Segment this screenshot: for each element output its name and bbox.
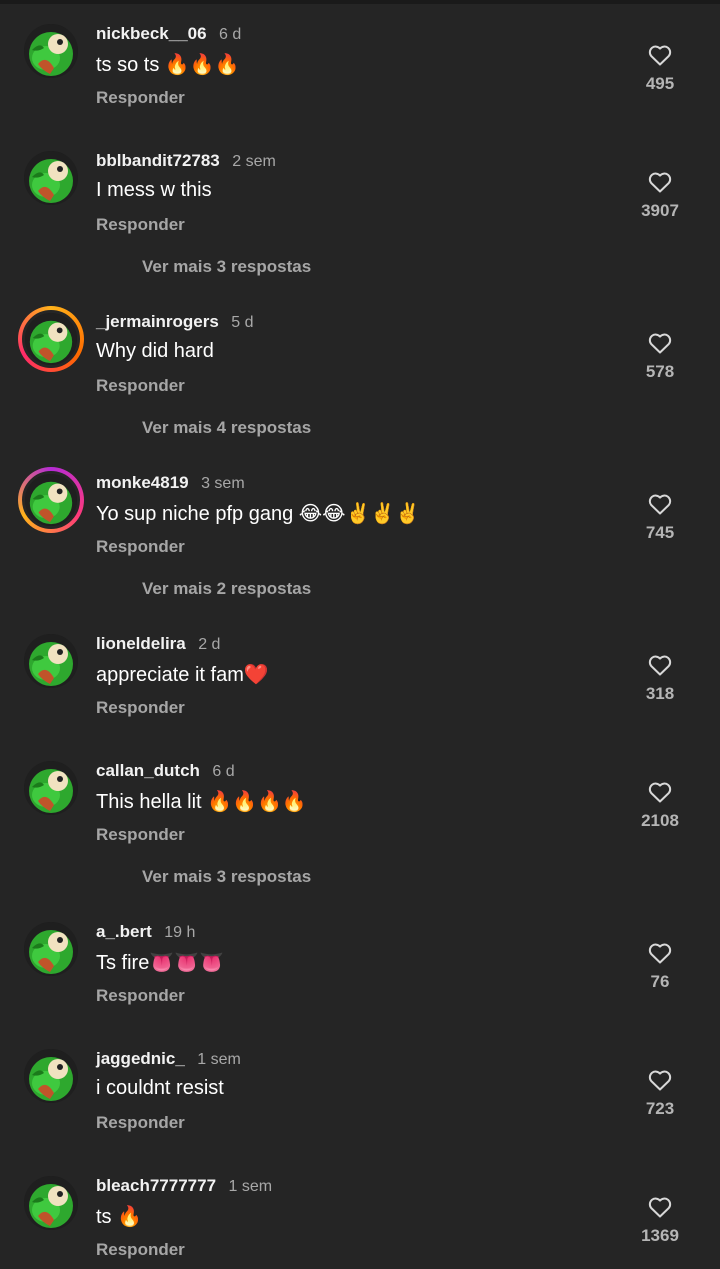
user-avatar[interactable] bbox=[24, 24, 78, 78]
comment-item: _jermainrogers 5 d Why did hard Responde… bbox=[0, 306, 720, 422]
like-count: 578 bbox=[645, 362, 675, 381]
like-control: 3907 bbox=[620, 171, 700, 221]
comment-timestamp: 2 sem bbox=[232, 153, 276, 170]
comment-meta: _jermainrogers 5 d bbox=[96, 312, 254, 334]
like-control: 1369 bbox=[620, 1196, 700, 1246]
like-count: 745 bbox=[645, 523, 675, 542]
like-count: 2108 bbox=[641, 811, 679, 830]
comment-username[interactable]: a_.bert bbox=[96, 922, 152, 941]
comment-item: lioneldelira 2 d appreciate it fam❤️ Res… bbox=[0, 634, 720, 744]
like-control: 318 bbox=[620, 654, 700, 704]
like-count: 318 bbox=[645, 684, 675, 703]
heart-icon[interactable] bbox=[620, 942, 700, 964]
comment-text: Yo sup niche pfp gang 😂😂✌️✌️✌️ bbox=[96, 503, 421, 525]
comment-timestamp: 6 d bbox=[212, 763, 235, 780]
reply-button[interactable]: Responder bbox=[96, 986, 185, 1006]
comment-text: ts so ts 🔥🔥🔥 bbox=[96, 54, 240, 76]
comment-meta: bleach7777777 1 sem bbox=[96, 1176, 272, 1198]
comment-meta: lioneldelira 2 d bbox=[96, 634, 220, 656]
heart-icon[interactable] bbox=[620, 332, 700, 354]
comment-item: bblbandit72783 2 sem I mess w this Respo… bbox=[0, 151, 720, 261]
heart-icon[interactable] bbox=[620, 654, 700, 676]
comment-meta: bblbandit72783 2 sem bbox=[96, 151, 276, 173]
heart-icon[interactable] bbox=[620, 44, 700, 66]
heart-icon[interactable] bbox=[620, 781, 700, 803]
comment-username[interactable]: bblbandit72783 bbox=[96, 151, 220, 170]
comment-item: nickbeck__06 6 d ts so ts 🔥🔥🔥 Responder … bbox=[0, 24, 720, 134]
reply-button[interactable]: Responder bbox=[96, 215, 185, 235]
comment-meta: nickbeck__06 6 d bbox=[96, 24, 241, 46]
like-count: 495 bbox=[645, 74, 675, 93]
comment-text: This hella lit 🔥🔥🔥🔥 bbox=[96, 791, 307, 813]
view-more-replies-button[interactable]: Ver mais 4 respostas bbox=[142, 418, 311, 438]
view-more-replies-button[interactable]: Ver mais 2 respostas bbox=[142, 579, 311, 599]
comment-username[interactable]: bleach7777777 bbox=[96, 1176, 216, 1195]
reply-button[interactable]: Responder bbox=[96, 1113, 185, 1133]
comment-meta: monke4819 3 sem bbox=[96, 473, 245, 495]
comment-item: bleach7777777 1 sem ts 🔥 Responder 1369 bbox=[0, 1176, 720, 1269]
user-avatar-story-ring[interactable] bbox=[18, 467, 84, 533]
user-avatar[interactable] bbox=[24, 922, 78, 976]
comment-text: Ts fire👅👅👅 bbox=[96, 952, 225, 974]
heart-icon[interactable] bbox=[620, 1196, 700, 1218]
heart-icon[interactable] bbox=[620, 493, 700, 515]
comment-timestamp: 6 d bbox=[219, 26, 242, 43]
like-control: 2108 bbox=[620, 781, 700, 831]
comment-timestamp: 5 d bbox=[231, 314, 254, 331]
comment-meta: jaggednic_ 1 sem bbox=[96, 1049, 241, 1071]
comment-item: jaggednic_ 1 sem i couldnt resist Respon… bbox=[0, 1049, 720, 1159]
user-avatar[interactable] bbox=[24, 1176, 78, 1230]
comment-timestamp: 3 sem bbox=[201, 475, 245, 492]
user-avatar[interactable] bbox=[24, 151, 78, 205]
comment-item: a_.bert 19 h Ts fire👅👅👅 Responder 76 bbox=[0, 922, 720, 1032]
view-more-replies-button[interactable]: Ver mais 3 respostas bbox=[142, 257, 311, 277]
reply-button[interactable]: Responder bbox=[96, 1240, 185, 1260]
like-control: 745 bbox=[620, 493, 700, 543]
user-avatar[interactable] bbox=[24, 1049, 78, 1103]
comment-username[interactable]: lioneldelira bbox=[96, 634, 186, 653]
heart-icon[interactable] bbox=[620, 171, 700, 193]
like-count: 76 bbox=[650, 972, 670, 991]
like-count: 1369 bbox=[641, 1226, 679, 1245]
comment-item: monke4819 3 sem Yo sup niche pfp gang 😂😂… bbox=[0, 467, 720, 583]
user-avatar[interactable] bbox=[24, 761, 78, 815]
comment-text: I mess w this bbox=[96, 179, 212, 201]
user-avatar-story-ring[interactable] bbox=[18, 306, 84, 372]
comment-item: callan_dutch 6 d This hella lit 🔥🔥🔥🔥 Res… bbox=[0, 761, 720, 871]
comment-meta: a_.bert 19 h bbox=[96, 922, 195, 944]
comment-username[interactable]: jaggednic_ bbox=[96, 1049, 185, 1068]
comment-username[interactable]: monke4819 bbox=[96, 473, 189, 492]
like-control: 495 bbox=[620, 44, 700, 94]
comment-username[interactable]: nickbeck__06 bbox=[96, 24, 207, 43]
comment-text: i couldnt resist bbox=[96, 1077, 224, 1099]
like-control: 578 bbox=[620, 332, 700, 382]
comment-timestamp: 19 h bbox=[164, 924, 196, 941]
like-control: 76 bbox=[620, 942, 700, 992]
reply-button[interactable]: Responder bbox=[96, 825, 185, 845]
reply-button[interactable]: Responder bbox=[96, 537, 185, 557]
comment-username[interactable]: callan_dutch bbox=[96, 761, 200, 780]
comment-text: Why did hard bbox=[96, 340, 214, 362]
heart-icon[interactable] bbox=[620, 1069, 700, 1091]
reply-button[interactable]: Responder bbox=[96, 698, 185, 718]
user-avatar[interactable] bbox=[24, 634, 78, 688]
comment-timestamp: 1 sem bbox=[197, 1051, 241, 1068]
comment-meta: callan_dutch 6 d bbox=[96, 761, 235, 783]
comment-timestamp: 2 d bbox=[198, 636, 221, 653]
comment-timestamp: 1 sem bbox=[228, 1178, 273, 1195]
like-count: 723 bbox=[645, 1099, 675, 1118]
top-divider bbox=[0, 0, 720, 4]
comment-text: ts 🔥 bbox=[96, 1206, 143, 1228]
reply-button[interactable]: Responder bbox=[96, 88, 185, 108]
like-control: 723 bbox=[620, 1069, 700, 1119]
like-count: 3907 bbox=[641, 201, 679, 220]
comment-text: appreciate it fam❤️ bbox=[96, 664, 269, 686]
view-more-replies-button[interactable]: Ver mais 3 respostas bbox=[142, 867, 311, 887]
reply-button[interactable]: Responder bbox=[96, 376, 185, 396]
comment-username[interactable]: _jermainrogers bbox=[96, 312, 219, 331]
